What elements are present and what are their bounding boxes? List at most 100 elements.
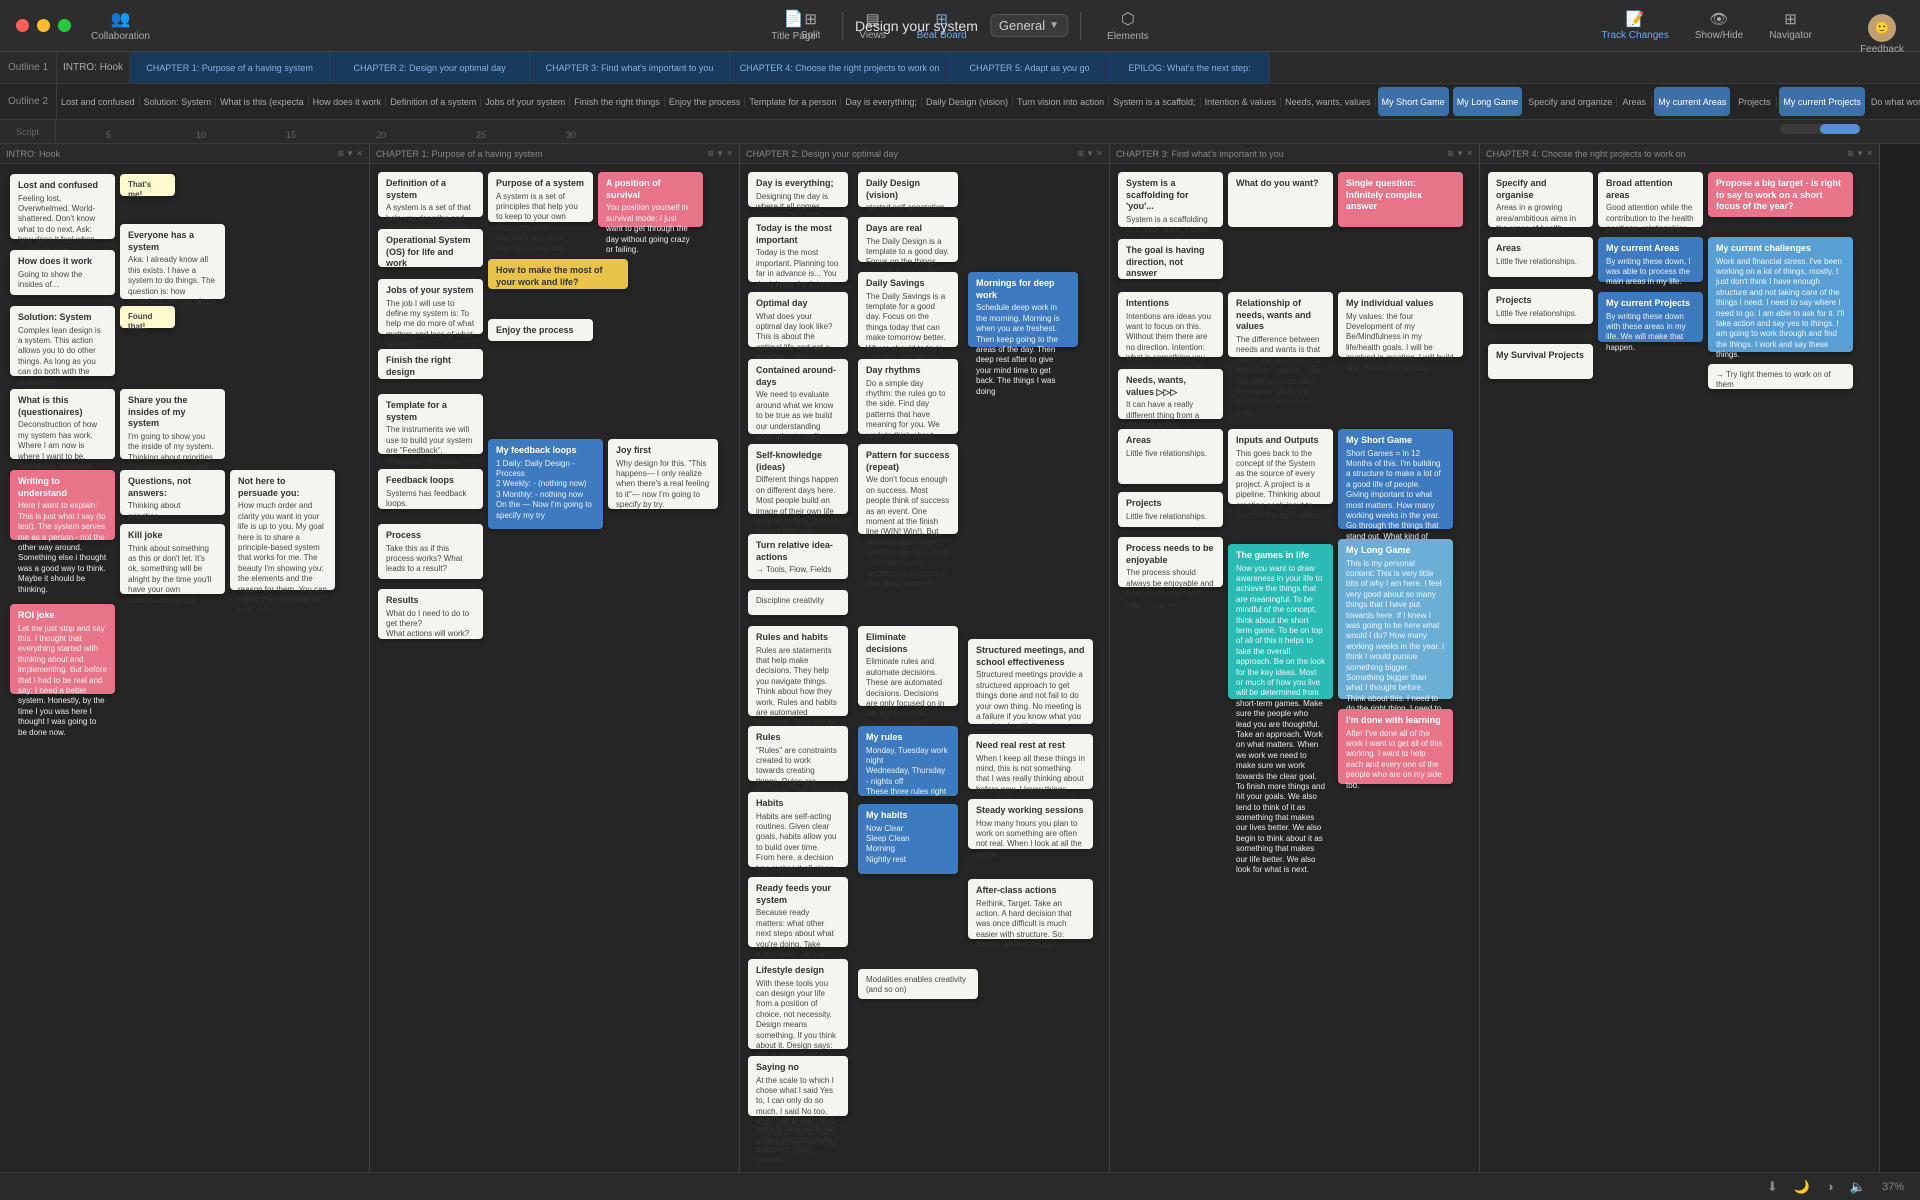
section-ch3-controls[interactable]: ⊞ ▼ ✕ bbox=[1447, 149, 1473, 158]
close-button[interactable] bbox=[16, 19, 29, 32]
outline2-item-5[interactable]: Jobs of your system bbox=[481, 97, 570, 107]
card-rules-habits[interactable]: Rules and habits Rules are statements th… bbox=[748, 626, 848, 716]
card-relative-actions[interactable]: Turn relative idea-actions → Tools, Flow… bbox=[748, 534, 848, 579]
card-operational[interactable]: Operational System (OS) for life and wor… bbox=[378, 229, 483, 267]
card-projects[interactable]: Projects Little five relationships. bbox=[1118, 492, 1223, 527]
outline2-item-9[interactable]: Day is everything; bbox=[841, 97, 922, 107]
outline2-item-1[interactable]: Solution: System bbox=[140, 97, 217, 107]
card-day-rhythms[interactable]: Day rhythms Do a simple day rhythm: the … bbox=[858, 359, 958, 434]
card-what-do-you-want[interactable]: What do you want? bbox=[1228, 172, 1333, 227]
card-how-does-it-work[interactable]: How does it work Going to show the insid… bbox=[10, 250, 115, 295]
card-current-areas-ch4[interactable]: My current Areas By writing these down, … bbox=[1598, 237, 1703, 282]
card-days-real[interactable]: Days are real The Daily Design is a temp… bbox=[858, 217, 958, 262]
card-habits[interactable]: Habits Habits are self-acting routines. … bbox=[748, 792, 848, 867]
section-intro-controls[interactable]: ⊞ ▼ ✕ bbox=[337, 149, 363, 158]
card-make-most[interactable]: How to make the most of your work and li… bbox=[488, 259, 628, 289]
card-my-feedback[interactable]: My feedback loops 1 Daily: Daily Design … bbox=[488, 439, 603, 529]
section-ch1-controls[interactable]: ⊞ ▼ ✕ bbox=[707, 149, 733, 158]
card-mornings-deep[interactable]: Mornings for deep work Schedule deep wor… bbox=[968, 272, 1078, 347]
card-questions-not-answers[interactable]: Questions, not answers: Thinking about p… bbox=[120, 470, 225, 515]
card-ready-feeds[interactable]: Ready feeds your system Because ready ma… bbox=[748, 877, 848, 947]
card-relationship[interactable]: Relationship of needs, wants and values … bbox=[1228, 292, 1333, 357]
card-big-target[interactable]: Propose a big target - is right to say t… bbox=[1708, 172, 1853, 217]
card-writing-to-understand[interactable]: Writing to understand Here I want to exp… bbox=[10, 470, 115, 540]
section-ch2-controls[interactable]: ⊞ ▼ ✕ bbox=[1077, 149, 1103, 158]
card-eliminate-decisions[interactable]: Eliminate decisions Eliminate rules and … bbox=[858, 626, 958, 706]
card-thats-me[interactable]: That's me! bbox=[120, 174, 175, 196]
card-what-is-this[interactable]: What is this (questionaires) Deconstruct… bbox=[10, 389, 115, 459]
card-survival-projects[interactable]: My Survival Projects bbox=[1488, 344, 1593, 379]
card-broad-attention[interactable]: Broad attention areas Good attention whi… bbox=[1598, 172, 1703, 227]
title-page-button[interactable]: 📄 Title Page bbox=[757, 5, 830, 46]
card-finish-right[interactable]: Finish the right design bbox=[378, 349, 483, 379]
card-day-everything[interactable]: Day is everything; Designing the day is … bbox=[748, 172, 848, 207]
outline1-ch4[interactable]: CHAPTER 4: Choose the right projects to … bbox=[730, 52, 950, 83]
outline2-item-16[interactable]: Areas bbox=[1617, 97, 1652, 107]
outline2-item-6[interactable]: Finish the right things bbox=[570, 97, 665, 107]
card-lost-confused[interactable]: Lost and confused Feeling lost, Overwhel… bbox=[10, 174, 115, 239]
download-icon[interactable]: ⬇ bbox=[1767, 1179, 1778, 1195]
card-structured-meetings[interactable]: Structured meetings, and school effectiv… bbox=[968, 639, 1093, 724]
show-hide-button[interactable]: 👁 Show/Hide bbox=[1683, 6, 1755, 45]
outline1-ch3[interactable]: CHAPTER 3: Find what's important to you bbox=[530, 52, 730, 83]
outline2-item-15[interactable]: Specify and organize bbox=[1524, 97, 1617, 107]
card-joy-first[interactable]: Joy first Why design for this. "This hap… bbox=[608, 439, 718, 509]
card-scaffolding[interactable]: System is a scaffolding for 'you'... Sys… bbox=[1118, 172, 1223, 227]
outline2-item-current-projects[interactable]: My current Projects bbox=[1779, 87, 1865, 116]
card-position-survival[interactable]: A position of survival You position your… bbox=[598, 172, 703, 227]
navigator-button[interactable]: ⊞ Navigator bbox=[1757, 6, 1824, 45]
card-done-learning[interactable]: I'm done with learning After I've done a… bbox=[1338, 709, 1453, 784]
card-games-in-life[interactable]: The games in life Now you want to draw a… bbox=[1228, 544, 1333, 699]
card-try-light-themes[interactable]: → Try light themes to work on of them bbox=[1708, 364, 1853, 389]
card-modalities[interactable]: Modalities enables creativity (and so on… bbox=[858, 969, 978, 999]
card-enjoy-process[interactable]: Enjoy the process bbox=[488, 319, 593, 341]
card-areas[interactable]: Areas Little five relationships. bbox=[1118, 429, 1223, 484]
outline1-ch1[interactable]: CHAPTER 1: Purpose of a having system bbox=[130, 52, 330, 83]
card-kill-joke[interactable]: Kill joke Think about something as this … bbox=[120, 524, 225, 594]
outline2-item-0[interactable]: Lost and confused bbox=[57, 97, 140, 107]
minimize-button[interactable] bbox=[37, 19, 50, 32]
card-steady-sessions[interactable]: Steady working sessions How many hours y… bbox=[968, 799, 1093, 849]
card-single-question[interactable]: Single question: Infinitely complex answ… bbox=[1338, 172, 1463, 227]
outline2-item-current-areas[interactable]: My current Areas bbox=[1654, 87, 1730, 116]
card-projects-ch4[interactable]: Projects Little five relationships. bbox=[1488, 289, 1593, 324]
card-specify-organise[interactable]: Specify and organise Areas in a growing … bbox=[1488, 172, 1593, 227]
outline2-item-12[interactable]: System is a scaffold; bbox=[1109, 97, 1200, 107]
card-share-insides[interactable]: Share you the insides of my system I'm g… bbox=[120, 389, 225, 459]
card-definition[interactable]: Definition of a system A system is a set… bbox=[378, 172, 483, 217]
card-results[interactable]: Results What do I need to do to get ther… bbox=[378, 589, 483, 639]
card-roi-joke[interactable]: ROI joke Let me just stop and say this. … bbox=[10, 604, 115, 694]
scroll-bar-track[interactable] bbox=[1780, 124, 1860, 134]
card-saying-no[interactable]: Saying no At the scale to which I chose … bbox=[748, 1056, 848, 1116]
card-purpose[interactable]: Purpose of a system A system is a set of… bbox=[488, 172, 593, 222]
card-today-most-important[interactable]: Today is the most important Today is the… bbox=[748, 217, 848, 282]
section-ch4-controls[interactable]: ⊞ ▼ ✕ bbox=[1847, 149, 1873, 158]
outline2-item-4[interactable]: Definition of a system bbox=[386, 97, 481, 107]
scroll-bar-thumb[interactable] bbox=[1820, 124, 1860, 134]
collaboration-button[interactable]: 👥 Collaboration bbox=[91, 9, 150, 42]
outline2-item-3[interactable]: How does it work bbox=[309, 97, 387, 107]
outline1-ch5[interactable]: CHAPTER 5: Adapt as you go bbox=[950, 52, 1110, 83]
card-process[interactable]: Process Take this as if this process wor… bbox=[378, 524, 483, 579]
card-daily-savings[interactable]: Daily Savings The Daily Savings is a tem… bbox=[858, 272, 958, 347]
card-contained[interactable]: Contained around-days We need to evaluat… bbox=[748, 359, 848, 434]
elements-button[interactable]: ⬡ Elements bbox=[1093, 5, 1163, 46]
contrast-icon[interactable]: ◑ bbox=[1826, 1179, 1834, 1194]
card-current-projects-ch4[interactable]: My current Projects By writing these dow… bbox=[1598, 292, 1703, 342]
card-lifestyle-design[interactable]: Lifestyle design With these tools you ca… bbox=[748, 959, 848, 1049]
card-goal-having[interactable]: The goal is having direction, not answer bbox=[1118, 239, 1223, 279]
outline2-item-2[interactable]: What is this (expecta bbox=[216, 97, 309, 107]
outline2-item-18[interactable]: Do what works for you bbox=[1867, 97, 1920, 107]
card-my-habits[interactable]: My habits Now ClearSleep CleanMorningNig… bbox=[858, 804, 958, 874]
card-discipline[interactable]: Discipline creativity bbox=[748, 590, 848, 615]
card-optimal-day[interactable]: Optimal day What does your optimal day l… bbox=[748, 292, 848, 347]
card-found-that[interactable]: Found that! bbox=[120, 306, 175, 328]
card-need-rest[interactable]: Need real rest at rest When I keep all t… bbox=[968, 734, 1093, 789]
track-changes-button[interactable]: 📝 Track Changes bbox=[1589, 6, 1680, 45]
card-jobs-system[interactable]: Jobs of your system The job I will use t… bbox=[378, 279, 483, 334]
card-intentions[interactable]: Intentions Intentions are ideas you want… bbox=[1118, 292, 1223, 357]
outline1-intro[interactable]: INTRO: Hook bbox=[57, 52, 130, 83]
general-dropdown[interactable]: General ▼ bbox=[990, 14, 1068, 37]
outline1-ch2[interactable]: CHAPTER 2: Design your optimal day bbox=[330, 52, 530, 83]
outline2-item-8[interactable]: Template for a person bbox=[745, 97, 841, 107]
